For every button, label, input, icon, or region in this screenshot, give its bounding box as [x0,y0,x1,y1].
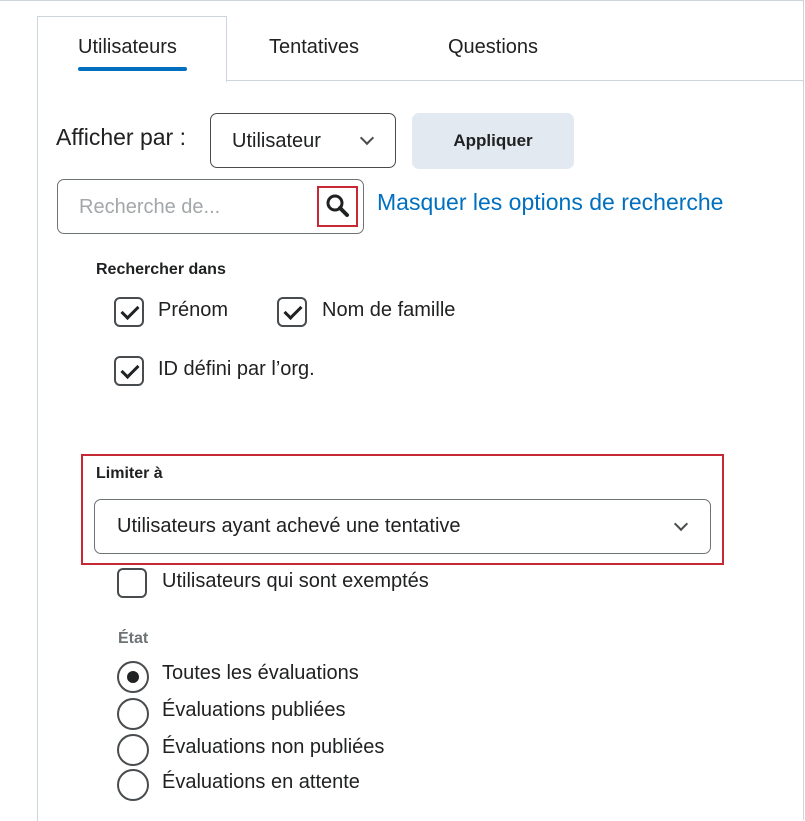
state-all-label: Toutes les évaluations [162,662,359,684]
state-pending-radio[interactable] [117,769,149,801]
state-unpublished-radio[interactable] [117,734,149,766]
tabs-baseline [226,80,804,81]
apply-button[interactable]: Appliquer [412,113,574,169]
tab-users[interactable]: Utilisateurs [78,36,177,59]
state-published-label: Évaluations publiées [162,699,346,721]
search-in-heading: Rechercher dans [96,261,226,278]
state-all-radio[interactable] [117,661,149,693]
state-unpublished-label: Évaluations non publiées [162,736,385,758]
limit-select[interactable]: Utilisateurs ayant achevé une tentative [94,499,711,554]
state-pending-label: Évaluations en attente [162,771,360,793]
view-by-value: Utilisateur [232,130,321,152]
search-button[interactable] [317,186,358,227]
last-name-checkbox[interactable] [277,297,307,327]
tab-attempts[interactable]: Tentatives [269,36,359,59]
limit-value: Utilisateurs ayant achevé une tentative [117,515,461,537]
limit-heading: Limiter à [96,465,163,482]
panel-frame [0,0,804,820]
search-placeholder: Recherche de... [79,196,221,218]
tab-questions[interactable]: Questions [448,36,538,59]
chevron-down-icon [359,130,375,146]
last-name-label: Nom de famille [322,299,456,321]
state-published-radio[interactable] [117,698,149,730]
first-name-checkbox[interactable] [114,297,144,327]
panel-border [37,80,38,821]
exempt-label: Utilisateurs qui sont exemptés [162,570,429,592]
view-by-select[interactable]: Utilisateur [210,113,396,168]
view-by-label: Afficher par : [56,124,186,150]
tab-active-indicator [78,67,187,71]
exempt-checkbox[interactable] [117,568,147,598]
state-heading: État [118,630,149,647]
chevron-down-icon [673,516,689,532]
org-id-label: ID défini par l’org. [158,358,315,380]
hide-search-options-link[interactable]: Masquer les options de recherche [377,189,723,216]
search-icon [326,194,349,217]
first-name-label: Prénom [158,299,229,321]
org-id-checkbox[interactable] [114,356,144,386]
